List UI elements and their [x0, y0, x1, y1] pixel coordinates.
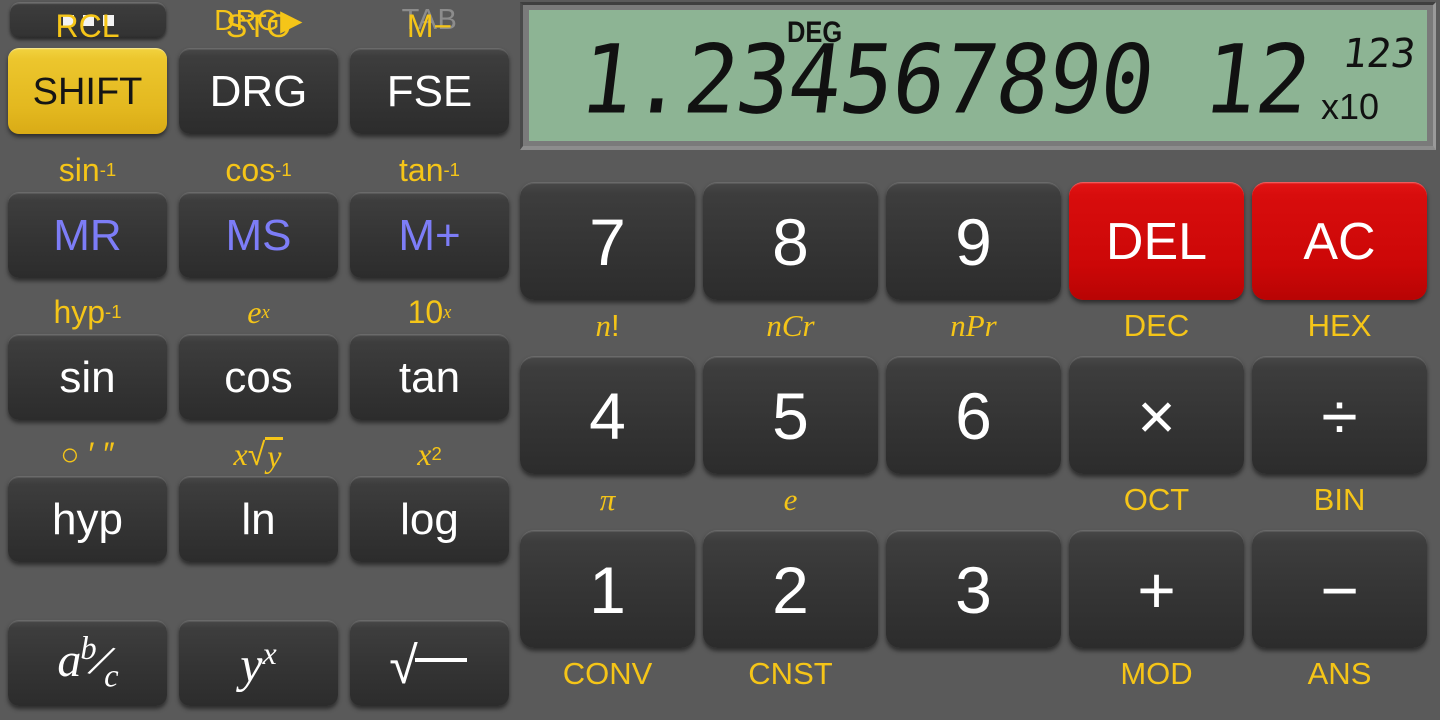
key-label: 1 — [589, 552, 626, 627]
secondary-label-deg-min-sec: ○ ′ ″ — [60, 436, 115, 472]
key-y-x[interactable]: yx — [179, 620, 338, 706]
key-label: hyp — [52, 494, 123, 544]
key-m+[interactable]: M+ — [350, 192, 509, 278]
secondary-label-sin-1: sin -1 — [58, 152, 117, 188]
secondary-label-conv: CONV — [562, 655, 653, 691]
secondary-label-mod: MOD — [1120, 655, 1193, 691]
key-3[interactable]: 3 — [886, 530, 1061, 648]
key-label: 6 — [955, 378, 992, 453]
secondary-label-sto: STO — [225, 8, 292, 44]
lcd-exponent-prefix: x10 — [1320, 86, 1379, 127]
key-mr[interactable]: MR — [8, 192, 167, 278]
key-multiply[interactable]: × — [1069, 356, 1244, 474]
key-label: × — [1137, 378, 1176, 453]
secondary-label-ncr: nCr — [766, 307, 815, 343]
key-label: 2 — [772, 552, 809, 627]
key-label: 5 — [772, 378, 809, 453]
secondary-label-10-x: 10 x — [407, 294, 452, 330]
key-2[interactable]: 2 — [703, 530, 878, 648]
lcd-exponent-value: 123 — [1339, 31, 1418, 77]
key-label: 4 — [589, 378, 626, 453]
secondary-label-x-root-y: x √ y — [233, 436, 284, 474]
key-label: − — [1320, 552, 1359, 627]
key-label: log — [400, 494, 459, 544]
key-plus[interactable]: + — [1069, 530, 1244, 648]
secondary-label-npr: nPr — [950, 307, 997, 343]
key-ms[interactable]: MS — [179, 192, 338, 278]
key-label: tan — [398, 352, 461, 402]
key-label: ÷ — [1321, 378, 1358, 453]
key-shift[interactable]: SHIFT — [8, 48, 167, 134]
key-7[interactable]: 7 — [520, 182, 695, 300]
secondary-label-cos-1: cos -1 — [225, 152, 292, 188]
key-minus[interactable]: − — [1252, 530, 1427, 648]
key-label: MR — [53, 210, 122, 260]
secondary-label-x-2: x2 — [417, 436, 442, 472]
key-del[interactable]: DEL — [1069, 182, 1244, 300]
secondary-label-dec: DEC — [1123, 307, 1190, 343]
key-label: MS — [225, 210, 292, 260]
key-8[interactable]: 8 — [703, 182, 878, 300]
secondary-label-hex: HEX — [1307, 307, 1372, 343]
key-label: AC — [1303, 212, 1376, 271]
lcd-display-frame: DEG 1.234567890 12 123 x10 — [520, 2, 1436, 150]
key-1[interactable]: 1 — [520, 530, 695, 648]
key-ac[interactable]: AC — [1252, 182, 1427, 300]
key-tan[interactable]: tan — [350, 334, 509, 420]
secondary-label-ans: ANS — [1307, 655, 1372, 691]
key-4[interactable]: 4 — [520, 356, 695, 474]
key-label: SHIFT — [32, 70, 143, 113]
secondary-label-oct: OCT — [1123, 481, 1190, 517]
key-6[interactable]: 6 — [886, 356, 1061, 474]
key-label: DRG — [209, 66, 308, 116]
key-label: M+ — [398, 210, 461, 260]
key-cos[interactable]: cos — [179, 334, 338, 420]
key-label: √ — [389, 638, 470, 692]
key-label: DEL — [1105, 212, 1208, 271]
key-label: 7 — [589, 204, 626, 279]
key-label: 8 — [772, 204, 809, 279]
secondary-label-n-: n! — [595, 307, 620, 343]
numeric-keypad: 7 n! 8 nCr 9 nPr DEL DEC AC HEX 4 π 5 e 6 × OCT ÷ BIN 1 CONV… — [520, 150, 1440, 720]
secondary-label-bin: BIN — [1313, 481, 1366, 517]
key-sqrt[interactable]: √ — [350, 620, 509, 706]
key-fse[interactable]: FSE — [350, 48, 509, 134]
key-divide[interactable]: ÷ — [1252, 356, 1427, 474]
key-label: ln — [241, 494, 276, 544]
key-label: 9 — [955, 204, 992, 279]
key-label: yx — [240, 635, 277, 693]
secondary-label-cnst: CNST — [748, 655, 833, 691]
key-log[interactable]: log — [350, 476, 509, 562]
secondary-label-m-: M− — [406, 8, 453, 44]
key-a-b-c[interactable]: ab/c — [8, 620, 167, 706]
key-drg[interactable]: DRG — [179, 48, 338, 134]
secondary-label-e-x: ex — [247, 294, 270, 330]
key-ln[interactable]: ln — [179, 476, 338, 562]
function-keypad: DRG▶ TAB RCL SHIFT STO DRG M− FSE sin -1 MR cos -1… — [0, 0, 516, 720]
secondary-label-hyp-1: hyp -1 — [53, 294, 122, 330]
secondary-label-e: e — [783, 481, 798, 517]
key-5[interactable]: 5 — [703, 356, 878, 474]
lcd-mantissa-value: 1.234567890 12 — [574, 23, 1316, 136]
key-label: + — [1137, 552, 1176, 627]
key-label: 3 — [955, 552, 992, 627]
secondary-label-tan-1: tan -1 — [399, 152, 460, 188]
secondary-label-pi: π — [599, 481, 616, 517]
lcd-screen: DEG 1.234567890 12 123 x10 — [529, 10, 1427, 141]
secondary-label-rcl: RCL — [55, 8, 120, 44]
key-hyp[interactable]: hyp — [8, 476, 167, 562]
key-9[interactable]: 9 — [886, 182, 1061, 300]
key-label: sin — [59, 352, 116, 402]
key-label: FSE — [386, 66, 473, 116]
key-label: cos — [224, 352, 293, 402]
key-sin[interactable]: sin — [8, 334, 167, 420]
key-label: ab/c — [57, 631, 118, 695]
